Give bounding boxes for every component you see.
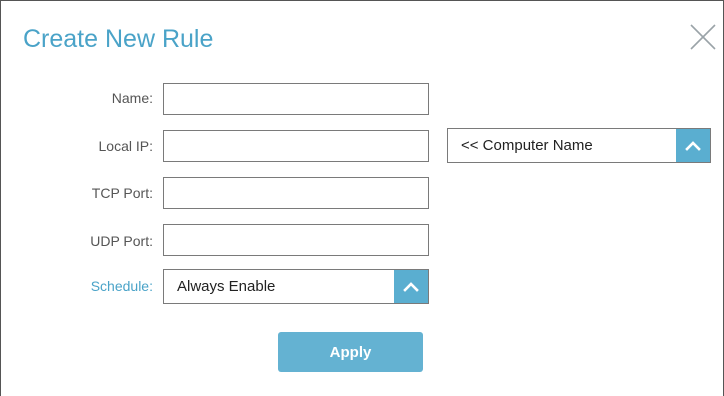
apply-button[interactable]: Apply xyxy=(278,332,423,372)
close-icon[interactable] xyxy=(689,23,717,51)
computer-name-select[interactable]: << Computer Name xyxy=(447,128,711,163)
local-ip-input[interactable] xyxy=(163,130,429,162)
chevron-up-icon xyxy=(685,141,701,151)
local-ip-label: Local IP: xyxy=(98,138,153,154)
chevron-up-icon xyxy=(403,282,419,292)
schedule-label[interactable]: Schedule: xyxy=(23,278,153,294)
dialog-title: Create New Rule xyxy=(23,25,214,53)
create-rule-dialog: Create New Rule Name: Local IP: << Compu… xyxy=(0,0,724,396)
name-input[interactable] xyxy=(163,83,429,115)
tcp-port-label: TCP Port: xyxy=(91,185,153,201)
schedule-select-value: Always Enable xyxy=(177,278,276,295)
schedule-dropdown-button[interactable] xyxy=(394,270,428,303)
udp-port-label: UDP Port: xyxy=(90,233,153,249)
computer-name-dropdown-button[interactable] xyxy=(676,129,710,162)
computer-name-select-value: << Computer Name xyxy=(461,137,593,154)
schedule-select[interactable]: Always Enable xyxy=(163,269,429,304)
tcp-port-input[interactable] xyxy=(163,177,429,209)
udp-port-input[interactable] xyxy=(163,224,429,256)
name-label: Name: xyxy=(111,90,153,106)
